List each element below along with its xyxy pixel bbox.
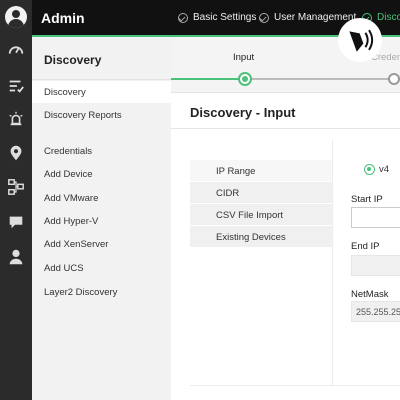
panel-divider [332,140,333,385]
check-circle-icon [259,12,269,23]
sidebar-item-discovery-reports[interactable]: Discovery Reports [32,104,171,126]
ipv4-radio[interactable] [364,164,375,175]
tab-csv-file-import[interactable]: CSV File Import [190,204,332,226]
start-ip-input[interactable] [351,207,400,228]
netmask-label: NetMask [351,289,389,300]
netmask-input[interactable] [351,301,400,322]
stepper-progress-line [171,78,245,80]
network-topology-icon[interactable] [0,176,32,198]
dashboard-gauge-icon[interactable] [0,39,32,61]
user-icon[interactable] [0,246,32,268]
step-credentials-dot[interactable] [388,73,400,85]
nav-label: Discov [377,12,400,23]
icon-rail [0,0,32,400]
end-ip-input[interactable] [351,255,400,276]
tab-ip-range[interactable]: IP Range [190,160,332,182]
sidebar-item-add-hyper-v[interactable]: Add Hyper-V [32,210,171,232]
stepper-track-line [245,78,400,80]
ipv4-label: v4 [379,164,390,175]
nav-basic-settings[interactable]: Basic Settings [178,12,256,23]
check-circle-icon [178,12,188,23]
tab-existing-devices[interactable]: Existing Devices [190,226,332,248]
sidebar-item-add-xenserver[interactable]: Add XenServer [32,233,171,255]
step-input-label: Input [233,52,255,63]
checklist-icon[interactable] [0,75,32,97]
discovery-sidebar: Discovery Discovery Discovery Reports Cr… [32,37,171,400]
start-ip-label: Start IP [351,194,383,205]
user-avatar-icon[interactable] [5,6,27,28]
end-ip-label: End IP [351,241,380,252]
location-pin-icon[interactable] [0,142,32,164]
chat-bubble-icon[interactable] [0,211,32,233]
page-title: Discovery - Input [190,105,296,120]
input-method-tabs: IP Range CIDR CSV File Import Existing D… [190,160,332,248]
step-input-dot[interactable] [238,72,252,86]
sidebar-item-credentials[interactable]: Credentials [32,140,171,162]
podcast-badge-icon [338,18,382,62]
sidebar-item-add-ucs[interactable]: Add UCS [32,257,171,279]
title-divider [171,128,400,129]
alarm-icon[interactable] [0,108,32,130]
main-content: Input Creden Discovery - Input IP Range … [171,37,400,400]
tab-cidr[interactable]: CIDR [190,182,332,204]
sidebar-title: Discovery [32,37,171,80]
sidebar-item-discovery[interactable]: Discovery [32,81,171,103]
bottom-divider [190,385,400,386]
app-title: Admin [41,10,85,26]
sidebar-item-layer2-discovery[interactable]: Layer2 Discovery [32,281,171,303]
sidebar-item-add-vmware[interactable]: Add VMware [32,187,171,209]
nav-label: Basic Settings [193,12,257,23]
sidebar-item-add-device[interactable]: Add Device [32,163,171,185]
